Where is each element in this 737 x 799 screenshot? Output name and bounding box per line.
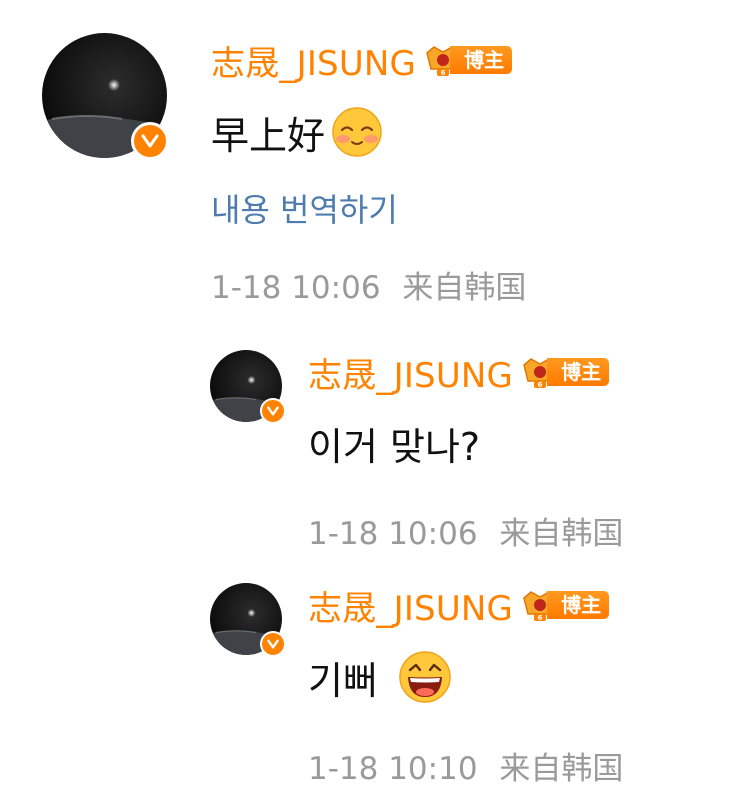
verified-icon — [131, 122, 169, 160]
avatar[interactable] — [210, 350, 286, 424]
comment-item: 志晟_JISUNG 6 博主 早上好 내용 번역하기 1-18 10:06 来自… — [0, 0, 737, 320]
svg-text:6: 6 — [538, 381, 543, 389]
svg-text:6: 6 — [441, 69, 446, 77]
comment-text: 早上好 — [211, 113, 326, 158]
badge-label: 博主 — [450, 46, 513, 74]
badge-label: 博主 — [547, 591, 610, 619]
svg-text:6: 6 — [538, 614, 543, 622]
timestamp: 1-18 10:10 — [308, 751, 478, 787]
timestamp: 1-18 10:06 — [211, 270, 381, 306]
avatar[interactable] — [210, 583, 286, 657]
reply-item: 志晟_JISUNG 6 博主 기뻐 1-18 10:10 来自韩国 — [0, 563, 737, 799]
username-link[interactable]: 志晟_JISUNG — [308, 348, 513, 397]
location-source: 来自韩国 — [499, 751, 624, 787]
username-row: 志晟_JISUNG 6 博主 — [308, 352, 610, 396]
comment-text-row: 기뻐 — [308, 650, 452, 704]
verified-icon — [260, 398, 286, 424]
badge-label: 博主 — [547, 358, 610, 386]
username-row: 志晟_JISUNG 6 博主 — [211, 40, 513, 84]
timestamp: 1-18 10:06 — [308, 516, 478, 552]
blogger-badge: 6 博主 — [424, 43, 513, 77]
avatar[interactable] — [42, 33, 169, 160]
comment-meta: 1-18 10:06 来自韩国 — [211, 262, 526, 307]
blogger-badge: 6 博主 — [521, 588, 610, 622]
shy-smile-emoji-icon — [332, 107, 382, 157]
location-source: 来自韩国 — [402, 270, 527, 306]
v-check-icon — [141, 134, 159, 148]
comment-text-row: 이거 맞나? — [308, 420, 480, 469]
username-link[interactable]: 志晟_JISUNG — [211, 36, 416, 85]
v-check-icon — [267, 406, 279, 416]
comment-meta: 1-18 10:10 来自韩国 — [308, 743, 623, 788]
comment-text: 이거 맞나? — [308, 424, 481, 469]
comment-meta: 1-18 10:06 来自韩国 — [308, 508, 623, 553]
blogger-badge: 6 博主 — [521, 355, 610, 389]
comment-text-row: 早上好 — [211, 107, 383, 158]
verified-icon — [260, 631, 286, 657]
location-source: 来自韩国 — [499, 516, 624, 552]
translate-link[interactable]: 내용 번역하기 — [211, 185, 398, 231]
username-link[interactable]: 志晟_JISUNG — [308, 581, 513, 630]
comment-text: 기뻐 — [308, 658, 378, 703]
v-check-icon — [267, 639, 279, 649]
laughing-emoji-icon — [399, 651, 451, 703]
reply-item: 志晟_JISUNG 6 博主 이거 맞나? 1-18 10:06 来自韩国 — [0, 330, 737, 560]
username-row: 志晟_JISUNG 6 博主 — [308, 585, 610, 629]
